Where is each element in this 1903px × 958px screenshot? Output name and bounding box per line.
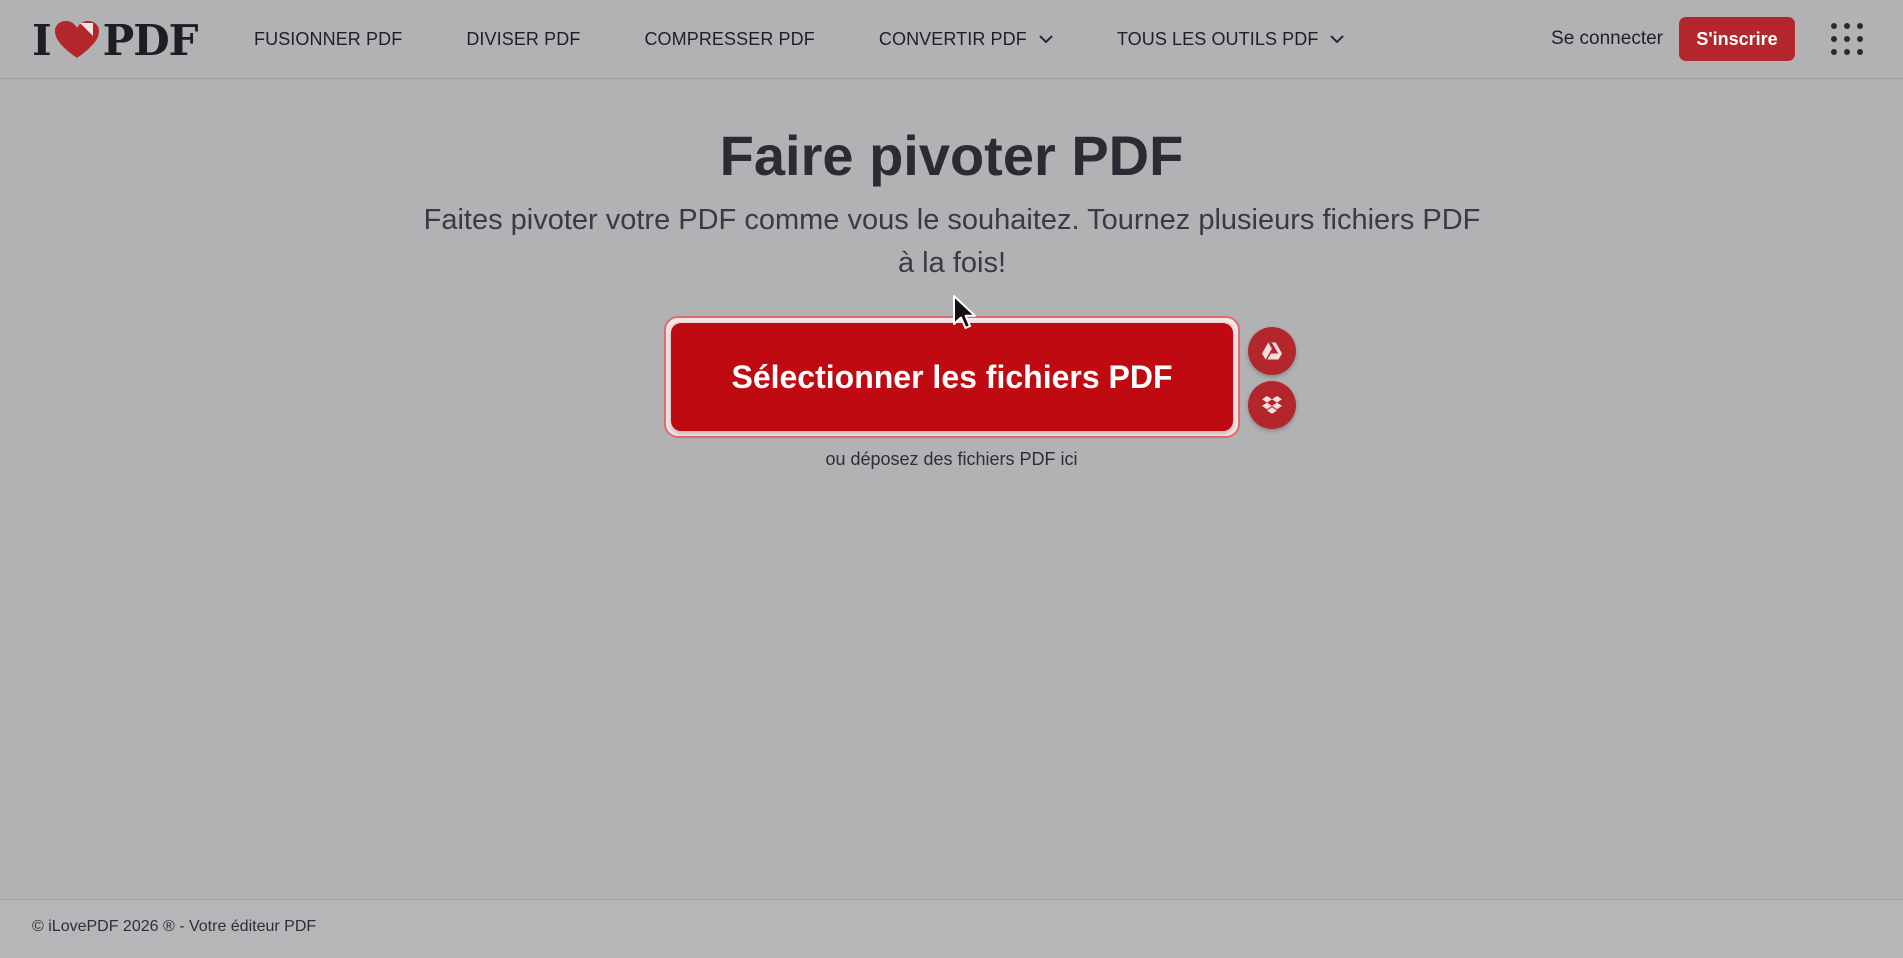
grid-apps-icon[interactable] (1829, 21, 1865, 57)
nav-item-label: FUSIONNER PDF (254, 28, 403, 49)
logo-text-right: PDF (102, 15, 199, 65)
main-nav: FUSIONNER PDF DIVISER PDF COMPRESSER PDF… (254, 0, 1344, 78)
page-title: Faire pivoter PDF (719, 124, 1184, 187)
nav-item-label: DIVISER PDF (466, 28, 581, 49)
chevron-down-icon (1039, 35, 1053, 43)
nav-item-convert-pdf[interactable]: CONVERTIR PDF (879, 29, 1053, 50)
ilovepdf-logo[interactable]: I PDF (32, 15, 199, 65)
nav-item-split-pdf[interactable]: DIVISER PDF (466, 29, 580, 50)
heart-logo-icon (54, 21, 99, 58)
footer-copyright: © iLovePDF 2026 ® - Votre éditeur PDF (32, 918, 317, 935)
header-actions: Se connecter S'inscrire (1551, 0, 1903, 78)
login-link[interactable]: Se connecter (1551, 28, 1663, 50)
upload-dropzone[interactable]: Sélectionner les fichiers PDF (664, 316, 1240, 438)
dropbox-icon (1262, 396, 1282, 414)
page-subtitle: Faites pivoter votre PDF comme vous le s… (423, 204, 1481, 279)
nav-item-compress-pdf[interactable]: COMPRESSER PDF (644, 29, 814, 50)
dropbox-button[interactable] (1248, 381, 1296, 429)
nav-item-label: COMPRESSER PDF (644, 28, 815, 49)
google-drive-icon (1262, 342, 1282, 360)
nav-item-label: CONVERTIR PDF (878, 28, 1027, 49)
footer: © iLovePDF 2026 ® - Votre éditeur PDF (0, 899, 1903, 958)
nav-item-all-tools[interactable]: TOUS LES OUTILS PDF (1117, 29, 1345, 50)
nav-item-merge-pdf[interactable]: FUSIONNER PDF (254, 29, 402, 50)
header: I PDF FUSIONNER PDF DIVISER PDF COMPRESS… (0, 0, 1903, 79)
nav-item-label: TOUS LES OUTILS PDF (1116, 28, 1319, 49)
select-files-button[interactable]: Sélectionner les fichiers PDF (671, 323, 1233, 431)
signup-button[interactable]: S'inscrire (1679, 17, 1795, 61)
chevron-down-icon (1330, 35, 1344, 43)
drop-hint: ou déposez des fichiers PDF ici (825, 449, 1078, 469)
main-content: Faire pivoter PDF Faites pivoter votre P… (0, 79, 1903, 899)
logo-text-left: I (32, 15, 52, 65)
google-drive-button[interactable] (1248, 327, 1296, 375)
